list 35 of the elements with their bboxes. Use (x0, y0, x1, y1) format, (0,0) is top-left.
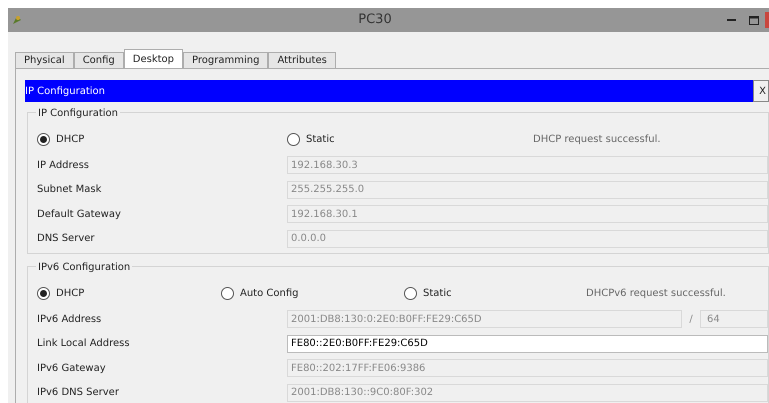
tab[interactable]: Config (74, 52, 124, 68)
window-title: PC30 (357, 11, 393, 30)
group-legend: IP Configuration (36, 106, 120, 121)
field-label: IP Address (37, 158, 90, 173)
radio-button[interactable] (221, 286, 234, 300)
status-text: DHCPv6 request successful. (586, 286, 726, 300)
radio-label: Static (306, 132, 335, 146)
tab[interactable]: Programming (183, 52, 268, 68)
close-button[interactable]: X (753, 80, 769, 102)
radio-button[interactable] (37, 286, 50, 300)
panel-title: IP Configuration (25, 84, 106, 98)
field-label: Link Local Address (37, 337, 131, 352)
input-field[interactable]: FE80::2E0:B0FF:FE29:C65D (287, 334, 768, 353)
field-label: IPv6 DNS Server (37, 386, 120, 400)
group-legend: IPv6 Configuration (36, 260, 132, 275)
radio-label: Auto Config (240, 286, 298, 300)
field-label: Default Gateway (37, 208, 122, 222)
field-label: DNS Server (37, 232, 96, 246)
tab[interactable]: Attributes (268, 52, 336, 68)
radio-button[interactable] (287, 132, 300, 146)
tab[interactable]: Desktop (124, 49, 184, 68)
status-text: DHCP request successful. (533, 132, 661, 146)
radio-button[interactable] (37, 132, 50, 146)
radio-label: DHCP (56, 286, 84, 300)
radio-label: DHCP (56, 132, 84, 146)
maximize-icon[interactable] (749, 16, 759, 24)
tab[interactable]: Physical (15, 52, 74, 68)
field-label: IPv6 Gateway (37, 362, 107, 376)
radio-button[interactable] (404, 286, 417, 300)
app-icon (11, 14, 23, 26)
field-label: IPv6 Address (37, 312, 102, 327)
prefix-separator: / (688, 312, 694, 327)
field-label: Subnet Mask (37, 183, 102, 198)
minimize-icon[interactable] (727, 18, 736, 22)
radio-label: Static (423, 286, 452, 300)
